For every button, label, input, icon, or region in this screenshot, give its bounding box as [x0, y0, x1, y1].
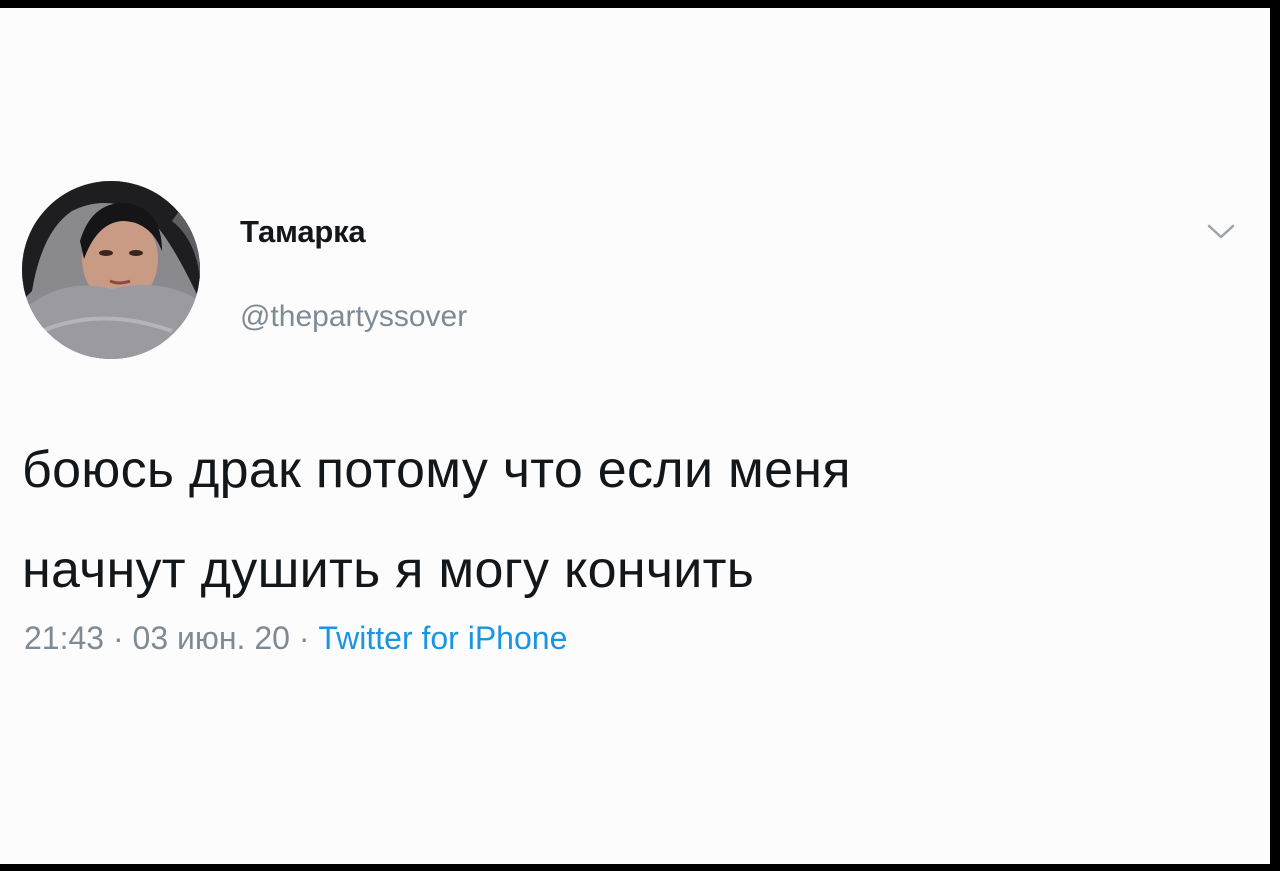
meta-separator: ·: [104, 620, 133, 656]
tweet-date[interactable]: 03 июн. 20: [133, 620, 290, 656]
tweet-text-line: начнут душить я могу кончить: [22, 541, 755, 599]
avatar[interactable]: [22, 181, 200, 359]
user-handle[interactable]: @thepartyssover: [240, 300, 467, 334]
tweet-card: Тамарка @thepartyssover боюсь драк потом…: [0, 8, 1270, 864]
tweet-text-line: боюсь драк потому что если меня: [22, 441, 851, 499]
tweet-meta: 21:43 · 03 июн. 20 · Twitter for iPhone: [24, 620, 567, 657]
avatar-photo-icon: [22, 181, 200, 359]
tweet-time[interactable]: 21:43: [24, 620, 104, 656]
chevron-down-icon[interactable]: [1203, 216, 1239, 246]
tweet-text: боюсь драк потому что если меня начнут д…: [22, 420, 1242, 620]
display-name[interactable]: Тамарка: [240, 214, 366, 250]
meta-separator: ·: [289, 620, 319, 656]
tweet-source-link[interactable]: Twitter for iPhone: [318, 620, 567, 656]
